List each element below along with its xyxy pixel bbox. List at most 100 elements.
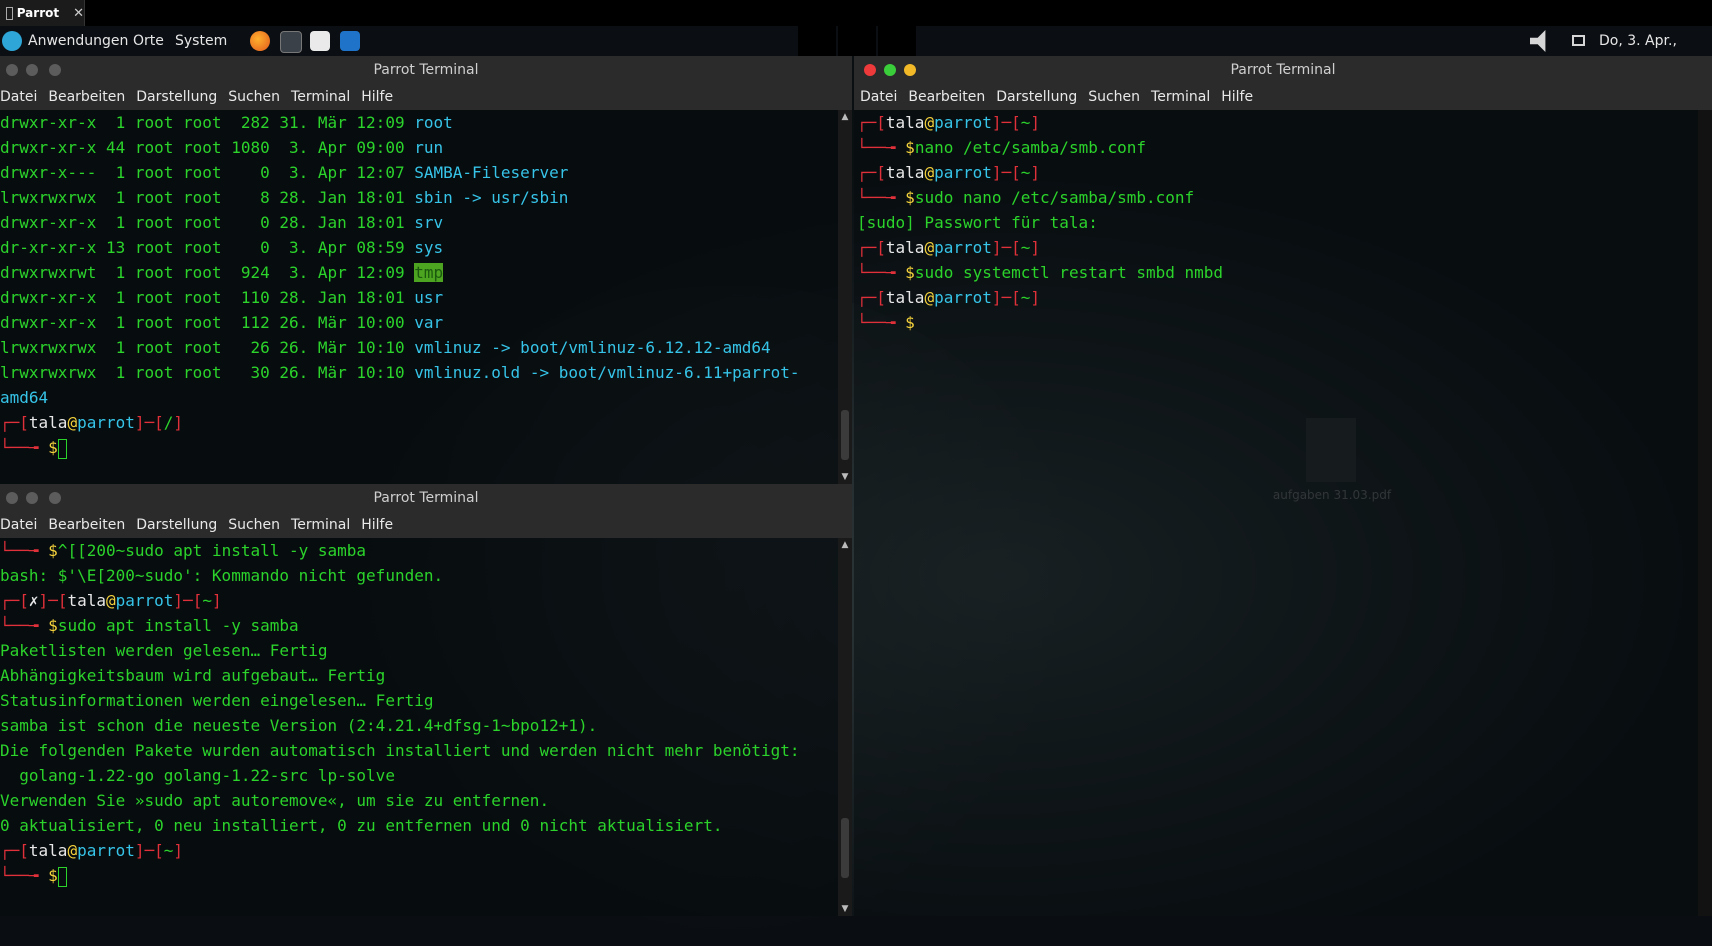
menu-search[interactable]: Suchen xyxy=(228,517,280,533)
close-button[interactable] xyxy=(864,64,876,76)
command-text: sudo apt install -y samba xyxy=(57,616,299,635)
menu-terminal[interactable]: Terminal xyxy=(291,89,350,105)
window-title: Parrot Terminal xyxy=(1230,62,1336,78)
maximize-button[interactable] xyxy=(49,64,61,76)
prompt-line: ┌─[✗]─[tala@parrot]─[~] xyxy=(0,588,838,613)
menu-places[interactable]: Orte xyxy=(133,26,164,56)
terminal-output[interactable]: ┌─[tala@parrot]─[~] └──╼ $nano /etc/samba… xyxy=(854,110,1712,916)
prompt-at: @ xyxy=(924,288,935,307)
menu-terminal[interactable]: Terminal xyxy=(1151,89,1210,105)
prompt-user: tala xyxy=(885,238,925,257)
menubar: Datei Bearbeiten Darstellung Suchen Terminal… xyxy=(0,512,852,538)
maximize-button[interactable] xyxy=(884,64,896,76)
command-line: └──╼ $ xyxy=(857,310,1698,335)
output-text: Die folgenden Pakete wurden automatisch … xyxy=(0,741,800,760)
prompt-user: tala xyxy=(885,163,925,182)
command-line: └──╼ $nano /etc/samba/smb.conf xyxy=(857,135,1698,160)
menu-search[interactable]: Suchen xyxy=(1088,89,1140,105)
vscode-icon[interactable] xyxy=(340,31,360,51)
titlebar[interactable]: Parrot Terminal xyxy=(854,56,1712,84)
scroll-up-icon[interactable]: ▲ xyxy=(838,112,852,122)
ls-meta: dr-xr-xr-x 13 root root 0 3. Apr 08:59 xyxy=(0,238,415,257)
menu-applications[interactable]: Anwendungen xyxy=(28,26,128,56)
scroll-down-icon[interactable]: ▼ xyxy=(838,904,852,914)
terminal-output[interactable]: └──╼ $^[[200~sudo apt install -y samba ba… xyxy=(0,538,852,916)
prompt-at: @ xyxy=(105,591,116,610)
output-line: Die folgenden Pakete wurden automatisch … xyxy=(0,738,838,763)
menu-view[interactable]: Darstellung xyxy=(996,89,1077,105)
ls-row: lrwxrwxrwx 1 root root 30 26. Mär 10:10 … xyxy=(0,360,838,385)
menu-file[interactable]: Datei xyxy=(0,89,37,105)
ls-name: sys xyxy=(414,238,444,257)
vm-tab-parrot[interactable]: Parrot ✕ xyxy=(0,0,85,26)
minimize-button[interactable] xyxy=(26,492,38,504)
menu-file[interactable]: Datei xyxy=(0,517,37,533)
clock[interactable]: Do, 3. Apr., 12:16 xyxy=(1599,26,1712,79)
ls-name: usr xyxy=(414,288,444,307)
minimize-button[interactable] xyxy=(26,64,38,76)
scrollbar[interactable]: ▲ ▼ xyxy=(838,538,852,916)
output-text: Paketlisten werden gelesen… Fertig xyxy=(0,641,328,660)
ls-meta: drwxr-x--- 1 root root 0 3. Apr 12:07 xyxy=(0,163,415,182)
ls-row: lrwxrwxrwx 1 root root 26 26. Mär 10:10 … xyxy=(0,335,838,360)
minimize-button[interactable] xyxy=(904,64,916,76)
scroll-up-icon[interactable]: ▲ xyxy=(838,540,852,550)
scrollbar-thumb[interactable] xyxy=(841,410,849,460)
terminal-window-right: Parrot Terminal Datei Bearbeiten Darstellu… xyxy=(854,56,1712,916)
ls-row: dr-xr-xr-x 13 root root 0 3. Apr 08:59 s… xyxy=(0,235,838,260)
output-line: Verwenden Sie »sudo apt autoremove«, um … xyxy=(0,788,838,813)
close-button[interactable] xyxy=(6,492,18,504)
firefox-icon[interactable] xyxy=(250,31,270,51)
error-text: bash: $'\E[200~sudo': Kommando nicht gef… xyxy=(0,566,444,585)
ls-name: sbin -> usr/sbin xyxy=(414,188,569,207)
menu-search[interactable]: Suchen xyxy=(228,89,280,105)
menu-file[interactable]: Datei xyxy=(860,89,897,105)
close-icon[interactable]: ✕ xyxy=(73,6,84,21)
command-text: sudo nano /etc/samba/smb.conf xyxy=(914,188,1195,207)
prompt-bracket: ] xyxy=(1030,238,1041,257)
notification-icon[interactable] xyxy=(1572,35,1585,46)
pdf-reader-icon[interactable] xyxy=(310,31,330,51)
menu-help[interactable]: Hilfe xyxy=(361,517,393,533)
prompt-dollar: $ xyxy=(905,188,915,207)
titlebar[interactable]: Parrot Terminal xyxy=(0,56,852,84)
prompt-bracket: ┌─[ xyxy=(0,591,29,610)
ls-meta: drwxr-xr-x 1 root root 282 31. Mär 12:09 xyxy=(0,113,415,132)
menu-view[interactable]: Darstellung xyxy=(136,517,217,533)
menu-edit[interactable]: Bearbeiten xyxy=(48,517,125,533)
menu-system[interactable]: System xyxy=(175,26,227,56)
prompt-dir: ~ xyxy=(1020,113,1031,132)
scrollbar[interactable] xyxy=(1698,110,1712,916)
scrollbar[interactable]: ▲ ▼ xyxy=(838,110,852,484)
terminal-text: ┌─[tala@parrot]─[~] └──╼ $nano /etc/samba… xyxy=(857,110,1698,335)
volume-icon[interactable] xyxy=(1530,30,1546,52)
command-line: └──╼ $sudo apt install -y samba xyxy=(0,613,838,638)
terminal-icon[interactable] xyxy=(280,31,302,53)
parrot-logo-icon[interactable] xyxy=(2,31,22,51)
titlebar[interactable]: Parrot Terminal xyxy=(0,484,852,512)
ls-meta: lrwxrwxrwx 1 root root 8 28. Jan 18:01 xyxy=(0,188,415,207)
prompt-user: tala xyxy=(885,288,925,307)
menu-terminal[interactable]: Terminal xyxy=(291,517,350,533)
scrollbar-thumb[interactable] xyxy=(841,818,849,878)
close-button[interactable] xyxy=(6,64,18,76)
prompt-bracket: ] xyxy=(173,413,184,432)
prompt-at: @ xyxy=(924,163,935,182)
menu-edit[interactable]: Bearbeiten xyxy=(908,89,985,105)
prompt-dir: ~ xyxy=(1020,288,1031,307)
menu-help[interactable]: Hilfe xyxy=(1221,89,1253,105)
prompt-host: parrot xyxy=(77,413,135,432)
output-text: Abhängigkeitsbaum wird aufgebaut… Fertig xyxy=(0,666,386,685)
menu-help[interactable]: Hilfe xyxy=(361,89,393,105)
prompt-line: ┌─[tala@parrot]─[/] xyxy=(0,410,838,435)
prompt-host: parrot xyxy=(934,238,992,257)
prompt-line: ┌─[tala@parrot]─[~] xyxy=(857,110,1698,135)
menu-edit[interactable]: Bearbeiten xyxy=(48,89,125,105)
scroll-down-icon[interactable]: ▼ xyxy=(838,472,852,482)
terminal-output[interactable]: drwxr-xr-x 1 root root 282 31. Mär 12:09… xyxy=(0,110,852,484)
menu-view[interactable]: Darstellung xyxy=(136,89,217,105)
prompt-bracket: ]─[ xyxy=(173,591,203,610)
maximize-button[interactable] xyxy=(49,492,61,504)
sudo-prompt: [sudo] Passwort für tala: xyxy=(857,213,1098,232)
output-line: Statusinformationen werden eingelesen… F… xyxy=(0,688,838,713)
